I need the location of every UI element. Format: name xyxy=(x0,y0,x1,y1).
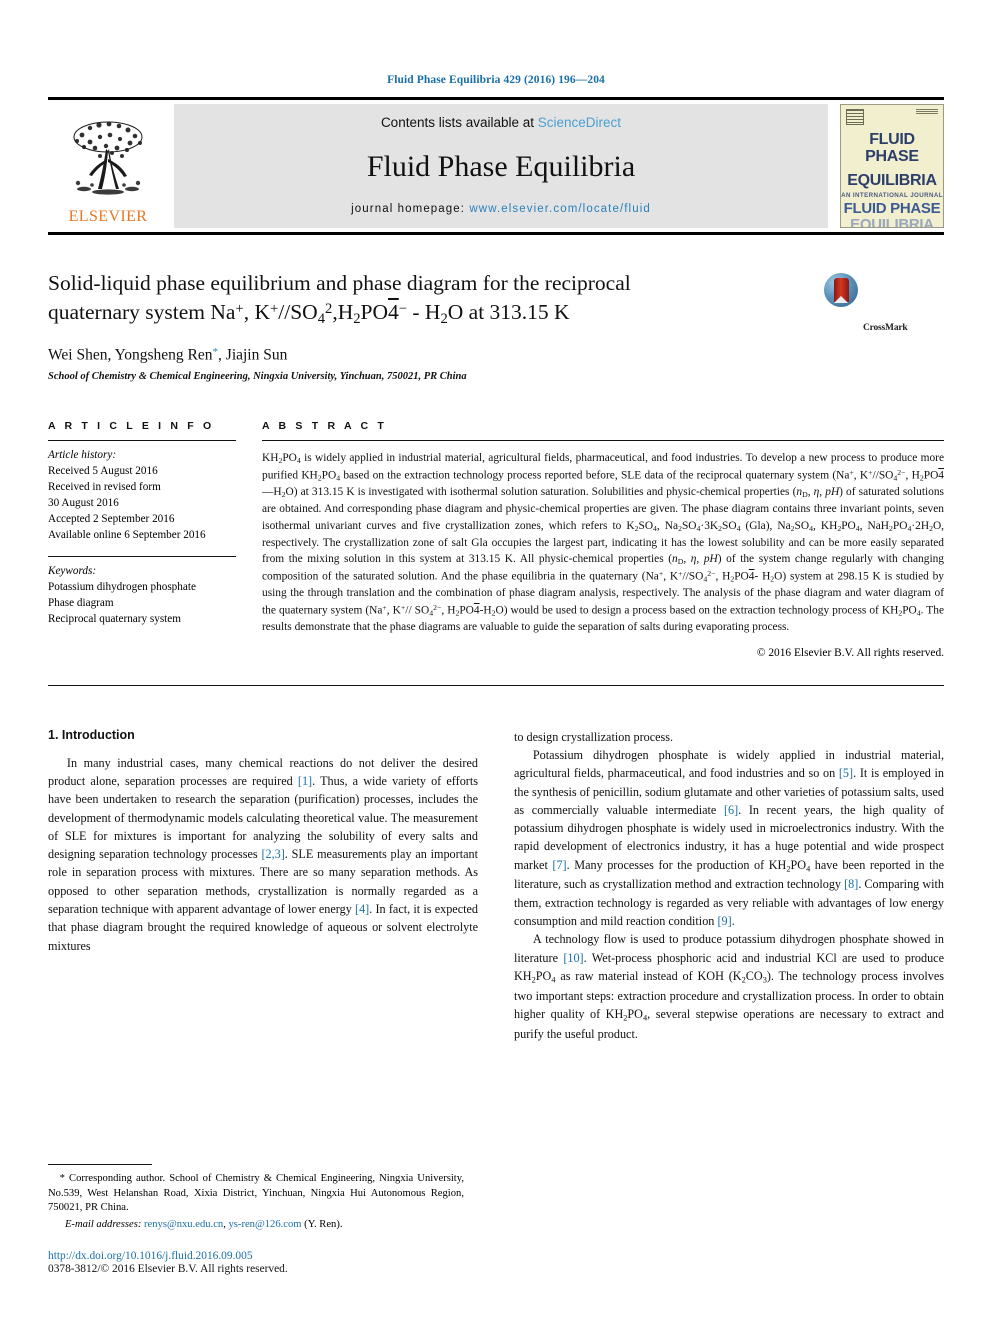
intro-paragraph-3: A technology flow is used to produce pot… xyxy=(514,932,944,1041)
email-suffix: (Y. Ren). xyxy=(304,1219,343,1231)
footnote-rule xyxy=(48,1163,152,1165)
history-item: Available online 6 September 2016 xyxy=(48,528,206,541)
article-history: Article history: Received 5 August 2016 … xyxy=(48,448,236,543)
running-head: Fluid Phase Equilibria 429 (2016) 196—20… xyxy=(387,74,605,86)
author-names-1: Wei Shen, Yongsheng Ren xyxy=(48,346,213,364)
abstract-bottom-rule xyxy=(48,684,944,686)
abstract-rule xyxy=(262,440,944,442)
article-info-heading: A R T I C L E I N F O xyxy=(48,420,215,433)
doi-link[interactable]: http://dx.doi.org/10.1016/j.fluid.2016.0… xyxy=(48,1250,464,1262)
history-item: Received 5 August 2016 xyxy=(48,465,158,478)
keywords-block: Keywords: Potassium dihydrogen phosphate… xyxy=(48,564,236,628)
page-title: Solid-liquid phase equilibrium and phase… xyxy=(48,271,631,328)
homepage-prefix: journal homepage: xyxy=(351,203,470,215)
journal-masthead: ELSEVIER Contents lists available at Sci… xyxy=(48,97,944,235)
cover-title-line3: FLUID PHASE xyxy=(843,199,941,217)
abstract-text: KH2PO4 is widely applied in industrial m… xyxy=(262,452,945,633)
body-column-left: 1. Introduction In many industrial cases… xyxy=(48,728,478,1043)
keyword-item: Potassium dihydrogen phosphate xyxy=(48,580,196,593)
corresponding-author-note: * Corresponding author. School of Chemis… xyxy=(48,1172,464,1214)
body-columns: 1. Introduction In many industrial cases… xyxy=(48,728,944,1043)
contents-prefix: Contents lists available at xyxy=(380,115,538,130)
abstract-copyright: © 2016 Elsevier B.V. All rights reserved… xyxy=(756,646,944,659)
sciencedirect-link[interactable]: ScienceDirect xyxy=(538,115,621,130)
article-info-rule xyxy=(48,440,236,442)
elsevier-logo: ELSEVIER xyxy=(48,104,168,228)
masthead-center-band: Contents lists available at ScienceDirec… xyxy=(174,104,828,228)
crossmark-badge[interactable]: CrossMark xyxy=(824,269,944,382)
cover-header-marks xyxy=(841,105,943,125)
cover-issn-mark xyxy=(916,109,938,114)
intro-continuation: to design crystallization process. xyxy=(514,729,674,744)
section-heading-introduction: 1. Introduction xyxy=(48,727,135,742)
cover-title-line2: EQUILIBRIA xyxy=(847,171,937,189)
masthead-bottom-rule xyxy=(48,232,944,235)
cover-logo-mark xyxy=(846,109,864,125)
journal-homepage-link[interactable]: www.elsevier.com/locate/fluid xyxy=(469,203,650,215)
paper-page: Fluid Phase Equilibria 429 (2016) 196—20… xyxy=(0,0,992,1323)
cover-subtitle: AN INTERNATIONAL JOURNAL xyxy=(841,191,943,199)
title-block: Solid-liquid phase equilibrium and phase… xyxy=(48,269,944,382)
email-addresses-note: E-mail addresses: renys@nxu.edu.cn, ys-r… xyxy=(48,1218,464,1233)
journal-homepage-line: journal homepage: www.elsevier.com/locat… xyxy=(351,203,651,215)
title-line-1: Solid-liquid phase equilibrium and phase… xyxy=(48,271,631,295)
elsevier-tree-icon xyxy=(73,121,143,195)
history-item: Received in revised form xyxy=(48,481,161,494)
history-item: Accepted 2 September 2016 xyxy=(48,513,175,526)
keywords-divider xyxy=(48,555,236,557)
abstract-heading: A B S T R A C T xyxy=(262,420,387,433)
email-link-2[interactable]: ys-ren@126.com xyxy=(229,1219,302,1230)
elsevier-wordmark: ELSEVIER xyxy=(68,208,148,225)
cover-title-line4: EQUILIBRIA xyxy=(850,215,934,228)
history-item: 30 August 2016 xyxy=(48,497,119,510)
email-link-1[interactable]: renys@nxu.edu.cn xyxy=(144,1219,223,1230)
journal-cover-thumbnail: FLUID PHASE EQUILIBRIA AN INTERNATIONAL … xyxy=(840,104,944,228)
info-abstract-section: A R T I C L E I N F O Article history: R… xyxy=(48,420,945,659)
keyword-item: Reciprocal quaternary system xyxy=(48,612,181,625)
intro-paragraph-1: In many industrial cases, many chemical … xyxy=(48,755,479,953)
crossmark-icon xyxy=(824,273,858,307)
contents-lists-line: Contents lists available at ScienceDirec… xyxy=(381,115,621,130)
journal-title: Fluid Phase Equilibria xyxy=(366,149,636,183)
article-history-label: Article history: xyxy=(48,449,117,462)
author-list: Wei Shen, Yongsheng Ren*, Jiajin Sun xyxy=(48,346,812,365)
email-label: E-mail addresses: xyxy=(64,1219,142,1231)
keywords-label: Keywords: xyxy=(48,564,97,577)
issn-copyright-line: 0378-3812/© 2016 Elsevier B.V. All right… xyxy=(48,1263,288,1275)
author-names-2: , Jiajin Sun xyxy=(218,346,288,364)
abstract-column: A B S T R A C T KH2PO4 is widely applied… xyxy=(262,420,945,659)
cover-title-line1: FLUID PHASE xyxy=(865,131,919,165)
intro-paragraph-2: Potassium dihydrogen phosphate is widely… xyxy=(514,747,945,929)
keyword-item: Phase diagram xyxy=(48,596,114,609)
footnote-area: * Corresponding author. School of Chemis… xyxy=(48,1163,464,1275)
crossmark-label: CrossMark xyxy=(863,322,908,333)
body-column-right: to design crystallization process. Potas… xyxy=(514,728,944,1043)
article-info-column: A R T I C L E I N F O Article history: R… xyxy=(48,420,262,658)
affiliation: School of Chemistry & Chemical Engineeri… xyxy=(48,371,467,383)
masthead-top-rule xyxy=(48,97,944,100)
title-line-2-prefix: quaternary system Na xyxy=(48,300,236,325)
